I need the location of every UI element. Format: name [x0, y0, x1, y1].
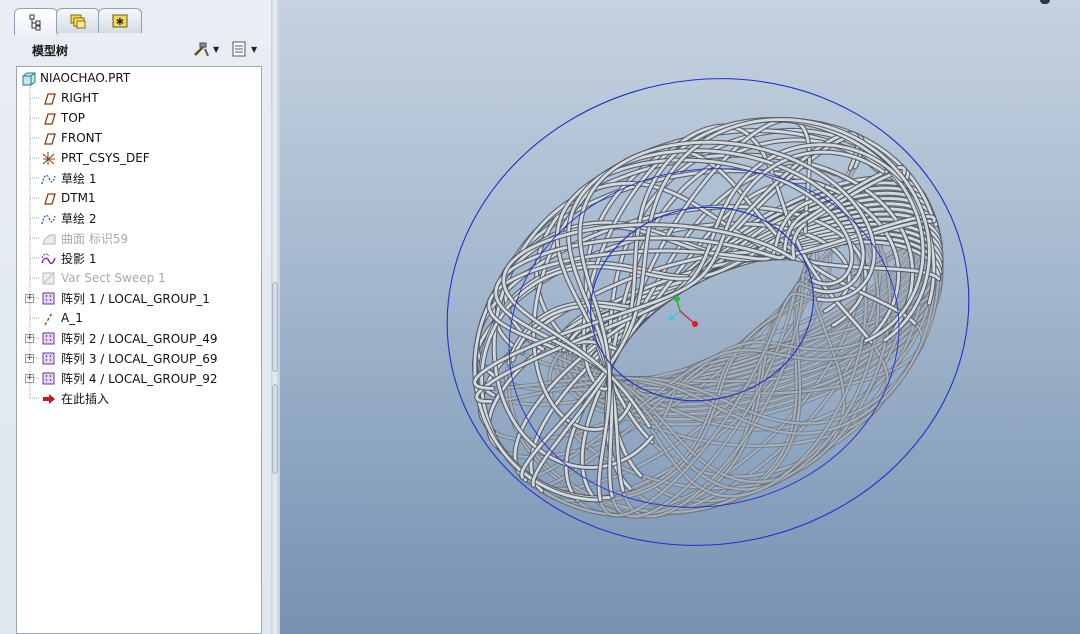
model-tree: NIAOCHAO.PRT RIGHT TOP FRONT PRT_CSYS_DEF 草绘…	[16, 66, 262, 634]
tree-item-label: 在此插入	[61, 391, 110, 406]
graphics-viewport[interactable]	[280, 0, 1080, 634]
tree-item[interactable]: A_1	[41, 309, 83, 327]
sweep-icon	[42, 272, 55, 284]
tree-item[interactable]: 阵列 2 / LOCAL_GROUP_49	[41, 329, 217, 347]
pattern-icon	[42, 372, 55, 384]
tree-settings-button[interactable]: ▼	[192, 39, 219, 59]
tree-item-label: 草绘 1	[61, 171, 97, 186]
tree-root-item[interactable]: NIAOCHAO.PRT	[21, 69, 130, 87]
tree-item-label: 投影 1	[61, 251, 97, 266]
panel-title: 模型树	[32, 44, 69, 58]
expand-toggle[interactable]: +	[25, 294, 34, 303]
tree-item-label: 阵列 3 / LOCAL_GROUP_69	[61, 351, 218, 366]
tree-item-label: 曲面 标识59	[61, 231, 129, 246]
tree-item-label: 阵列 1 / LOCAL_GROUP_1	[61, 291, 210, 306]
torus-lattice-model[interactable]	[280, 0, 1080, 634]
datum-plane-icon	[44, 112, 56, 125]
insert-here-arrow-icon	[43, 393, 55, 404]
folders-icon	[70, 14, 86, 29]
pattern-icon	[42, 352, 55, 364]
model-tree-panel: ✱ 模型树 ▼ ▼ NIAOCHAO.PRT RIGHT TOP FRONT P…	[0, 0, 272, 634]
datum-plane-icon	[44, 92, 56, 105]
show-menu-button[interactable]: ▼	[230, 39, 257, 59]
tree-item-label: TOP	[61, 111, 86, 125]
datum-plane-icon	[44, 192, 56, 205]
tree-item-label: Var Sect Sweep 1	[61, 271, 166, 285]
tree-item[interactable]: TOP	[41, 109, 85, 127]
projection-icon	[41, 252, 56, 264]
tree-item-label: 草绘 2	[61, 211, 97, 226]
tree-item[interactable]: Var Sect Sweep 1	[41, 269, 166, 287]
expand-toggle[interactable]: +	[25, 354, 34, 363]
tree-item-label: FRONT	[61, 131, 102, 145]
tree-item[interactable]: DTM1	[41, 189, 96, 207]
list-icon	[232, 41, 246, 57]
z-axis-dot	[668, 315, 674, 321]
tree-item-label: A_1	[61, 311, 83, 325]
splitter-grip[interactable]	[272, 384, 278, 474]
datum-plane-icon	[44, 132, 56, 145]
tree-item[interactable]: 阵列 1 / LOCAL_GROUP_1	[41, 289, 210, 307]
x-axis-line	[679, 310, 695, 324]
coordinate-system-icon	[42, 151, 55, 165]
lattice-struts	[471, 116, 944, 519]
tree-item[interactable]: FRONT	[41, 129, 102, 147]
folder-browser-tab[interactable]	[56, 8, 100, 33]
svg-text:✱: ✱	[116, 17, 124, 28]
tree-item[interactable]: 草绘 2	[41, 209, 96, 227]
tree-item-label: RIGHT	[61, 91, 99, 105]
surface-icon	[42, 233, 56, 244]
expand-toggle[interactable]: +	[25, 374, 34, 383]
expand-toggle[interactable]: +	[25, 334, 34, 343]
favorites-icon: ✱	[112, 14, 128, 28]
tree-item[interactable]: PRT_CSYS_DEF	[41, 149, 150, 167]
tree-item[interactable]: 在此插入	[41, 389, 109, 407]
tree-item[interactable]: RIGHT	[41, 89, 99, 107]
sketch-icon	[41, 214, 56, 224]
chevron-down-icon: ▼	[213, 44, 220, 54]
tree-item[interactable]: 曲面 标识59	[41, 229, 128, 247]
datum-axis-icon	[44, 312, 53, 325]
y-axis-dot	[674, 296, 680, 302]
sketch-icon	[41, 174, 56, 184]
panel-splitter[interactable]	[271, 0, 280, 634]
panel-header: 模型树 ▼ ▼	[8, 36, 264, 62]
tree-item-label: 阵列 2 / LOCAL_GROUP_49	[61, 331, 218, 346]
coordinate-triad	[668, 296, 698, 327]
tree-item-label: 阵列 4 / LOCAL_GROUP_92	[61, 371, 218, 386]
tree-item[interactable]: 草绘 1	[41, 169, 96, 187]
favorites-tab[interactable]: ✱	[98, 8, 142, 33]
pattern-icon	[42, 332, 55, 344]
pattern-icon	[42, 292, 55, 304]
tree-item-label: PRT_CSYS_DEF	[61, 151, 150, 165]
splitter-grip[interactable]	[272, 282, 278, 372]
tree-icon	[29, 14, 41, 31]
tree-item[interactable]: 阵列 4 / LOCAL_GROUP_92	[41, 369, 217, 387]
tree-item[interactable]: 阵列 3 / LOCAL_GROUP_69	[41, 349, 217, 367]
x-axis-dot	[692, 321, 698, 327]
model-tree-tab[interactable]	[14, 8, 58, 35]
tools-icon	[194, 42, 209, 57]
tree-item-label: DTM1	[61, 191, 96, 205]
chevron-down-icon: ▼	[251, 44, 258, 54]
part-icon	[22, 72, 36, 85]
tree-item[interactable]: 投影 1	[41, 249, 96, 267]
